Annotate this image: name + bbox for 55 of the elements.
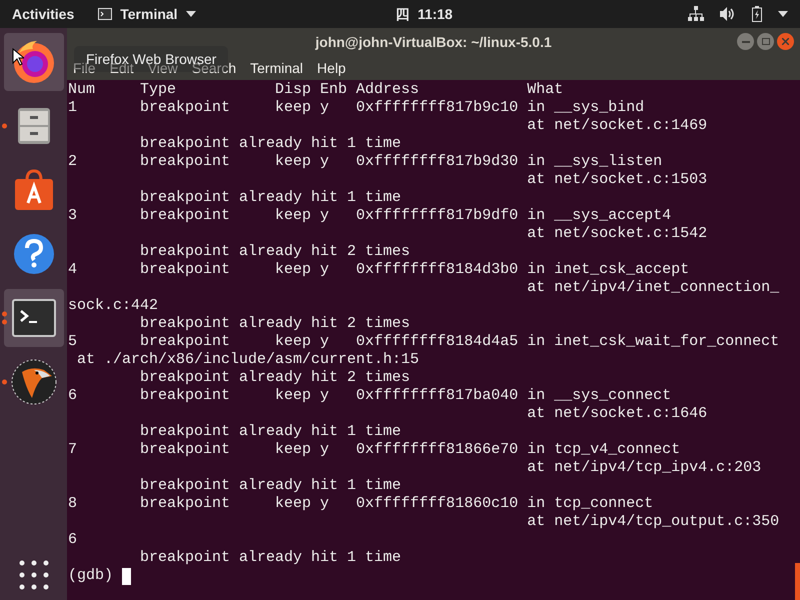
- terminal-line: breakpoint already hit 2 times: [139, 315, 410, 333]
- text-cursor: [122, 568, 132, 584]
- terminal-line: breakpoint already hit 1 time: [139, 477, 402, 495]
- terminal-line: at net/ipv4/inet_connection_: [526, 279, 780, 297]
- weekday-label: 四: [396, 4, 410, 24]
- activities-button[interactable]: Activities: [0, 4, 86, 24]
- network-icon[interactable]: [688, 6, 704, 22]
- close-icon: [782, 38, 789, 45]
- maximize-button[interactable]: [757, 33, 774, 50]
- battery-icon[interactable]: [752, 6, 762, 22]
- help-icon[interactable]: [12, 232, 56, 276]
- window-title: john@john-VirtualBox: ~/linux-5.0.1: [315, 32, 552, 52]
- terminal-line: 4 breakpoint keep y 0xffffffff8184d3b0 in inet_csk_accept: [68, 261, 690, 279]
- mouse-pointer-icon: [12, 48, 24, 66]
- app-menu[interactable]: Terminal: [98, 4, 196, 24]
- caret-icon: [186, 11, 196, 17]
- terminal-line: at net/socket.c:1503: [526, 171, 708, 189]
- app-grid-icon[interactable]: [18, 560, 48, 590]
- terminal-line: 3 breakpoint keep y 0xffffffff817b9df0 in __sys_accept4: [68, 207, 672, 225]
- terminal-line: breakpoint already hit 2 times: [139, 369, 410, 387]
- gdb-prompt: (gdb): [68, 567, 114, 585]
- terminal-line: 5 breakpoint keep y 0xffffffff8184d4a5 in inet_csk_wait_for_connect: [68, 333, 780, 351]
- terminal-line: 8 breakpoint keep y 0xffffffff81860c10 in tcp_connect: [68, 495, 654, 513]
- terminal-line: breakpoint already hit 2 times: [139, 243, 410, 261]
- terminal-line: 6 breakpoint keep y 0xffffffff817ba040 in __sys_connect: [68, 387, 672, 405]
- maximize-icon: [762, 38, 770, 45]
- clock-button[interactable]: 四 11:18: [396, 4, 453, 24]
- close-button[interactable]: [777, 33, 794, 50]
- scrollbar[interactable]: [795, 563, 800, 600]
- menu-item[interactable]: Terminal: [250, 58, 304, 78]
- terminal-icon: [98, 8, 112, 20]
- terminal-icon[interactable]: [12, 299, 56, 337]
- terminal-line: at net/ipv4/tcp_ipv4.c:203: [526, 459, 762, 477]
- terminal-line: at net/socket.c:1469: [526, 117, 708, 135]
- terminal-line: breakpoint already hit 1 time: [139, 423, 402, 441]
- terminal-line: Num Type Disp Enb Address What: [68, 81, 564, 99]
- volume-icon[interactable]: [720, 7, 736, 21]
- terminal-line: 7 breakpoint keep y 0xffffffff81866e70 in tcp_v4_connect: [68, 441, 680, 459]
- clock-label: 11:18: [418, 4, 453, 24]
- bird-icon[interactable]: [10, 358, 58, 406]
- terminal-line: sock.c:442: [68, 297, 158, 315]
- terminal-line: at net/ipv4/tcp_output.c:350: [526, 513, 780, 531]
- terminal-line: 6: [68, 531, 78, 549]
- terminal-line: breakpoint already hit 1 time: [139, 135, 402, 153]
- terminal-line: breakpoint already hit 1 time: [139, 189, 402, 207]
- terminal-line: breakpoint already hit 1 time: [139, 549, 402, 567]
- minimize-icon: [742, 40, 750, 42]
- caret-icon[interactable]: [778, 11, 788, 17]
- terminal-line: 1 breakpoint keep y 0xffffffff817b9c10 in __sys_bind: [68, 99, 644, 117]
- terminal-line: at net/socket.c:1542: [526, 225, 708, 243]
- menu-item[interactable]: Help: [317, 58, 346, 78]
- terminal-line: at net/socket.c:1646: [526, 405, 708, 423]
- minimize-button[interactable]: [737, 33, 754, 50]
- terminal-line: at ./arch/x86/include/asm/current.h:15: [76, 351, 420, 369]
- terminal-line: 2 breakpoint keep y 0xffffffff817b9d30 in __sys_listen: [68, 153, 662, 171]
